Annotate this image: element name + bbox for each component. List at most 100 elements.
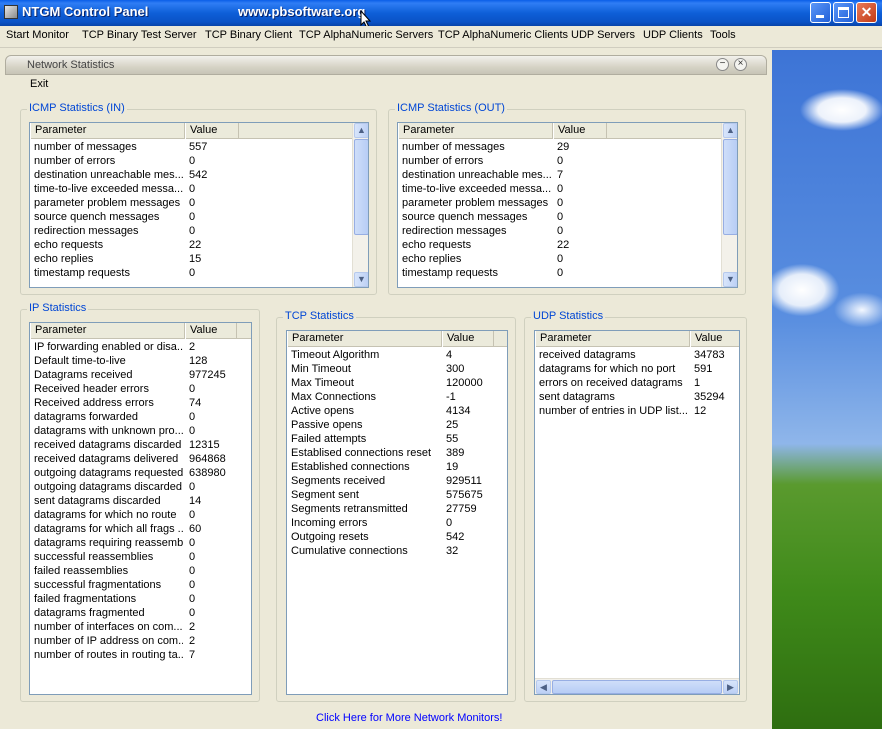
column-header-value[interactable]: Value — [553, 123, 607, 139]
horizontal-scrollbar[interactable]: ◀ ▶ — [535, 678, 739, 694]
table-row[interactable]: number of interfaces on com... 2 — [30, 620, 245, 634]
close-button[interactable]: ✕ — [856, 2, 877, 23]
table-row[interactable]: datagrams requiring reassembly 0 — [30, 536, 245, 550]
table-row[interactable]: Max Timeout 120000 — [287, 376, 502, 390]
table-row[interactable]: datagrams for which no port 591 — [535, 362, 739, 376]
column-header-value[interactable]: Value — [690, 331, 739, 347]
table-row[interactable]: Segments retransmitted 27759 — [287, 502, 502, 516]
table-row[interactable]: timestamp requests 0 — [30, 266, 235, 280]
column-header-value[interactable]: Value — [185, 123, 239, 139]
table-row[interactable]: parameter problem messages 0 — [30, 196, 235, 210]
child-close-button[interactable]: × — [734, 58, 747, 71]
scroll-down-icon[interactable]: ▼ — [354, 272, 368, 287]
table-row[interactable]: Active opens 4134 — [287, 404, 502, 418]
table-row[interactable]: Establised connections reset 389 — [287, 446, 502, 460]
scroll-up-icon[interactable]: ▲ — [723, 123, 737, 138]
vertical-scrollbar[interactable]: ▲ ▼ — [721, 123, 737, 287]
table-row[interactable]: Received header errors 0 — [30, 382, 245, 396]
table-row[interactable]: number of messages 557 — [30, 140, 235, 154]
table-row[interactable]: successful fragmentations 0 — [30, 578, 245, 592]
menu-tcp-alphanumeric-clients[interactable]: TCP AlphaNumeric Clients — [438, 26, 568, 48]
menu-tools[interactable]: Tools — [710, 26, 736, 48]
tcp-statistics-list[interactable]: Parameter Value Timeout Algorithm 4 Min Ti… — [286, 330, 508, 695]
table-row[interactable]: Datagrams received 977245 — [30, 368, 245, 382]
table-row[interactable]: number of errors 0 — [398, 154, 603, 168]
table-row[interactable]: source quench messages 0 — [398, 210, 603, 224]
table-row[interactable]: time-to-live exceeded messa... 0 — [30, 182, 235, 196]
table-row[interactable]: number of IP address on com... 2 — [30, 634, 245, 648]
table-row[interactable]: received datagrams delivered 964868 — [30, 452, 245, 466]
table-row[interactable]: Incoming errors 0 — [287, 516, 502, 530]
table-row[interactable]: failed reassemblies 0 — [30, 564, 245, 578]
table-row[interactable]: redirection messages 0 — [30, 224, 235, 238]
column-header-parameter[interactable]: Parameter — [30, 323, 185, 339]
maximize-button[interactable] — [833, 2, 854, 23]
column-header-parameter[interactable]: Parameter — [30, 123, 185, 139]
table-row[interactable]: echo requests 22 — [30, 238, 235, 252]
scroll-thumb[interactable] — [723, 139, 737, 235]
scroll-down-icon[interactable]: ▼ — [723, 272, 737, 287]
table-row[interactable]: datagrams fragmented 0 — [30, 606, 245, 620]
table-row[interactable]: echo requests 22 — [398, 238, 603, 252]
table-row[interactable]: Timeout Algorithm 4 — [287, 348, 502, 362]
table-row[interactable]: datagrams for which no route 0 — [30, 508, 245, 522]
table-row[interactable]: datagrams for which all frags ... 60 — [30, 522, 245, 536]
table-row[interactable]: datagrams with unknown pro... 0 — [30, 424, 245, 438]
menu-udp-clients[interactable]: UDP Clients — [643, 26, 703, 48]
table-row[interactable]: IP forwarding enabled or disa... 2 — [30, 340, 245, 354]
table-row[interactable]: number of messages 29 — [398, 140, 603, 154]
table-row[interactable]: sent datagrams 35294 — [535, 390, 739, 404]
table-row[interactable]: number of errors 0 — [30, 154, 235, 168]
table-row[interactable]: echo replies 0 — [398, 252, 603, 266]
table-row[interactable]: timestamp requests 0 — [398, 266, 603, 280]
table-row[interactable]: parameter problem messages 0 — [398, 196, 603, 210]
column-header-value[interactable]: Value — [442, 331, 494, 347]
table-row[interactable]: time-to-live exceeded messa... 0 — [398, 182, 603, 196]
column-header-parameter[interactable]: Parameter — [535, 331, 690, 347]
column-header-parameter[interactable]: Parameter — [287, 331, 442, 347]
scroll-left-icon[interactable]: ◀ — [536, 680, 551, 694]
table-row[interactable]: Established connections 19 — [287, 460, 502, 474]
minimize-button[interactable] — [810, 2, 831, 23]
menu-exit[interactable]: Exit — [30, 78, 48, 90]
menu-start-monitor[interactable]: Start Monitor — [6, 26, 69, 48]
udp-statistics-list[interactable]: Parameter Value received datagrams 34783 d… — [534, 330, 740, 695]
table-row[interactable]: redirection messages 0 — [398, 224, 603, 238]
scroll-up-icon[interactable]: ▲ — [354, 123, 368, 138]
table-row[interactable]: successful reassemblies 0 — [30, 550, 245, 564]
table-row[interactable]: Segment sent 575675 — [287, 488, 502, 502]
table-row[interactable]: failed fragmentations 0 — [30, 592, 245, 606]
scroll-thumb[interactable] — [354, 139, 368, 235]
table-row[interactable]: number of routes in routing ta... 7 — [30, 648, 245, 662]
table-row[interactable]: sent datagrams discarded 14 — [30, 494, 245, 508]
table-row[interactable]: source quench messages 0 — [30, 210, 235, 224]
vertical-scrollbar[interactable]: ▲ ▼ — [352, 123, 368, 287]
child-minimize-button[interactable]: − — [716, 58, 729, 71]
table-row[interactable]: Max Connections -1 — [287, 390, 502, 404]
table-row[interactable]: number of entries in UDP list... 12 — [535, 404, 739, 418]
column-header-parameter[interactable]: Parameter — [398, 123, 553, 139]
table-row[interactable]: Cumulative connections 32 — [287, 544, 502, 558]
table-row[interactable]: destination unreachable mes... 7 — [398, 168, 603, 182]
table-row[interactable]: Min Timeout 300 — [287, 362, 502, 376]
ip-statistics-list[interactable]: Parameter Value IP forwarding enabled or… — [29, 322, 252, 695]
table-row[interactable]: Default time-to-live 128 — [30, 354, 245, 368]
table-row[interactable]: datagrams forwarded 0 — [30, 410, 245, 424]
table-row[interactable]: destination unreachable mes... 542 — [30, 168, 235, 182]
menu-tcp-alphanumeric-servers[interactable]: TCP AlphaNumeric Servers — [299, 26, 433, 48]
table-row[interactable]: echo replies 15 — [30, 252, 235, 266]
menu-udp-servers[interactable]: UDP Servers — [571, 26, 635, 48]
scroll-right-icon[interactable]: ▶ — [723, 680, 738, 694]
table-row[interactable]: Segments received 929511 — [287, 474, 502, 488]
scroll-thumb[interactable] — [552, 680, 722, 694]
table-row[interactable]: received datagrams 34783 — [535, 348, 739, 362]
table-row[interactable]: Passive opens 25 — [287, 418, 502, 432]
table-row[interactable]: errors on received datagrams 1 — [535, 376, 739, 390]
more-network-monitors-link[interactable]: Click Here for More Network Monitors! — [316, 712, 502, 724]
icmp-in-list[interactable]: Parameter Value number of messages 557 num… — [29, 122, 369, 288]
table-row[interactable]: Outgoing resets 542 — [287, 530, 502, 544]
menu-tcp-binary-client[interactable]: TCP Binary Client — [205, 26, 292, 48]
table-row[interactable]: Failed attempts 55 — [287, 432, 502, 446]
column-header-value[interactable]: Value — [185, 323, 237, 339]
table-row[interactable]: Received address errors 74 — [30, 396, 245, 410]
